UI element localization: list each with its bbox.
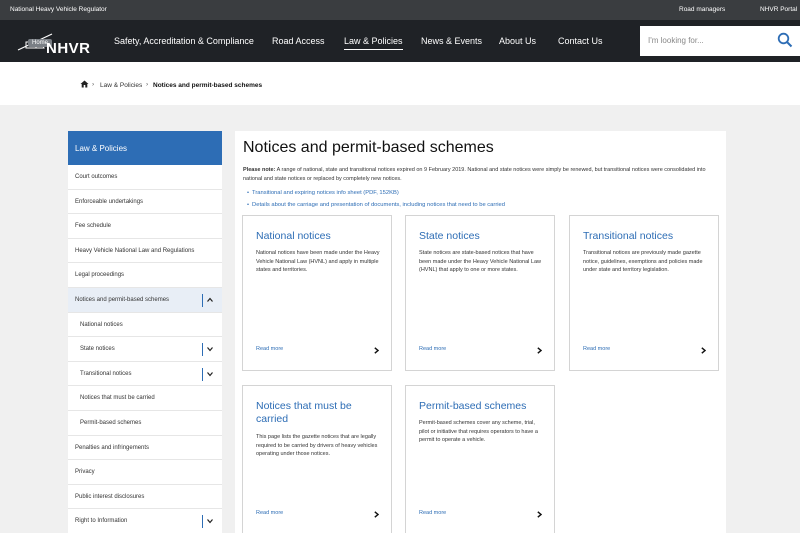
sidebar-item-label: Public interest disclosures — [75, 493, 145, 500]
sidebar-item-label: Fee schedule — [75, 223, 112, 230]
chevron-right-icon[interactable] — [537, 511, 542, 518]
search-input[interactable]: I'm looking for... — [648, 36, 704, 45]
notice-card[interactable]: Transitional notices Transitional notices… — [569, 215, 719, 371]
nav-news-events[interactable]: News & Events — [421, 36, 482, 46]
card-title[interactable]: Transitional notices — [583, 230, 708, 243]
chevron-down-icon[interactable] — [202, 515, 216, 529]
chevron-right-icon[interactable] — [374, 347, 379, 354]
sidebar-item-label: National notices — [80, 321, 123, 328]
search-icon[interactable] — [777, 32, 793, 48]
read-more-link[interactable]: Read more — [583, 346, 610, 352]
card-description: This page lists the gazette notices that… — [256, 434, 378, 457]
card-description: Transitional notices are previously made… — [583, 250, 703, 273]
notice-card[interactable]: Notices that must be carried This page li… — [242, 385, 392, 533]
breadcrumb-current: Notices and permit-based schemes — [153, 82, 263, 89]
main-content: Notices and permit-based schemes Please … — [235, 131, 726, 533]
notice-card[interactable]: Permit-based schemes Permit-based schemes… — [405, 385, 555, 533]
chevron-right-icon[interactable] — [537, 347, 542, 354]
sidebar-item[interactable]: Right to Information — [68, 509, 222, 533]
chevron-right-icon[interactable] — [374, 511, 379, 518]
read-more-link[interactable]: Read more — [256, 346, 283, 352]
please-note: Please note: A range of national, state … — [243, 166, 719, 183]
sidebar-item-label: Notices and permit-based schemes — [75, 296, 170, 303]
sidebar-item-label: Enforceable undertakings — [75, 198, 144, 205]
card-description: National notices have been made under th… — [256, 250, 380, 273]
chevron-up-icon[interactable] — [202, 293, 216, 307]
chevron-down-icon[interactable] — [202, 343, 216, 357]
sidebar-item-label: Penalties and infringements — [75, 444, 150, 451]
sidebar-item-label: State notices — [80, 346, 115, 353]
sidebar-item[interactable]: Public interest disclosures — [68, 485, 222, 510]
breadcrumb-law-policies[interactable]: Law & Policies — [100, 82, 142, 89]
chevron-right-icon[interactable] — [701, 347, 706, 354]
sidebar-item-label: Legal proceedings — [75, 272, 125, 279]
notice-card[interactable]: National notices National notices have be… — [242, 215, 392, 371]
sidebar-item[interactable]: State notices — [68, 337, 222, 362]
home-icon[interactable] — [80, 80, 89, 88]
breadcrumb: › Law & Policies › Notices and permit-ba… — [0, 62, 800, 105]
nav-road-access[interactable]: Road Access — [272, 36, 325, 46]
sidebar-item[interactable]: Notices and permit-based schemes — [68, 287, 222, 313]
nav-law-policies[interactable]: Law & Policies — [344, 36, 403, 50]
nav-about-us[interactable]: About Us — [499, 36, 536, 46]
carriage-details-link[interactable]: • Details about the carriage and presenta… — [247, 202, 505, 208]
utility-bar: National Heavy Vehicle Regulator Road ma… — [0, 0, 800, 20]
bullet-icon: • — [247, 190, 250, 196]
sidebar-item[interactable]: Privacy — [68, 460, 222, 485]
sidebar-item-label: Privacy — [75, 469, 95, 476]
sidebar-item-label: Notices that must be carried — [80, 395, 155, 402]
read-more-link[interactable]: Read more — [419, 346, 446, 352]
sidebar-item-label: Transitional notices — [80, 370, 132, 377]
sidebar-item-label: Right to Information — [75, 518, 128, 525]
note-text: A range of national, state and transitio… — [243, 167, 706, 182]
chevron-right-icon: › — [146, 81, 149, 88]
sidebar-heading[interactable]: Law & Policies — [68, 131, 222, 165]
sidebar-item[interactable]: Permit-based schemes — [68, 411, 222, 436]
info-sheet-link[interactable]: • Transitional and expiring notices info … — [247, 190, 399, 196]
nhvr-logo[interactable]: Home NHVR — [16, 28, 96, 57]
card-description: State notices are state-based notices th… — [419, 250, 541, 273]
read-more-link[interactable]: Read more — [256, 510, 283, 516]
card-title[interactable]: National notices — [256, 230, 381, 243]
sidebar-item-label: Heavy Vehicle National Law and Regulatio… — [75, 247, 195, 254]
sidebar-item[interactable]: Notices that must be carried — [68, 386, 222, 411]
read-more-link[interactable]: Read more — [419, 510, 446, 516]
sidebar-item[interactable]: National notices — [68, 313, 222, 338]
nav-safety-accreditation-compliance[interactable]: Safety, Accreditation & Compliance — [114, 36, 254, 46]
sidebar-item-label: Permit-based schemes — [80, 419, 142, 426]
note-label: Please note: — [243, 167, 276, 173]
notice-card[interactable]: State notices State notices are state-bas… — [405, 215, 555, 371]
chevron-right-icon: › — [92, 81, 95, 88]
sidebar-list: Court outcomes Enforceable undertakings Fe… — [68, 165, 222, 533]
card-title[interactable]: Permit-based schemes — [419, 400, 544, 413]
sidebar-item[interactable]: Enforceable undertakings — [68, 190, 222, 215]
sidebar-item-label: Court outcomes — [75, 174, 118, 180]
sidebar-item[interactable]: Transitional notices — [68, 362, 222, 387]
chevron-down-icon[interactable] — [202, 367, 216, 381]
logo-wordmark: NHVR — [46, 40, 91, 57]
main-navigation: Home NHVR Safety, Accreditation & Compli… — [0, 20, 800, 62]
sidebar-item[interactable]: Heavy Vehicle National Law and Regulatio… — [68, 239, 222, 264]
site-name: National Heavy Vehicle Regulator — [10, 6, 107, 13]
nav-contact-us[interactable]: Contact Us — [558, 36, 603, 46]
sidebar: Law & Policies Court outcomes Enforceable… — [68, 131, 222, 533]
road-managers-link[interactable]: Road managers — [679, 6, 725, 13]
carriage-details-link-label[interactable]: Details about the carriage and presentat… — [252, 202, 505, 208]
card-title[interactable]: State notices — [419, 230, 544, 243]
sidebar-item[interactable]: Court outcomes — [68, 165, 222, 190]
site-search[interactable]: I'm looking for... — [640, 26, 800, 56]
sidebar-item[interactable]: Legal proceedings — [68, 263, 222, 288]
card-title[interactable]: Notices that must be carried — [256, 400, 381, 426]
sidebar-item[interactable]: Penalties and infringements — [68, 436, 222, 461]
nhvr-portal-link[interactable]: NHVR Portal — [760, 6, 797, 13]
page-title: Notices and permit-based schemes — [243, 139, 494, 156]
info-sheet-link-label[interactable]: Transitional and expiring notices info s… — [252, 190, 399, 196]
card-description: Permit-based schemes cover any scheme, t… — [419, 420, 538, 443]
bullet-icon: • — [247, 202, 250, 208]
sidebar-item[interactable]: Fee schedule — [68, 214, 222, 239]
